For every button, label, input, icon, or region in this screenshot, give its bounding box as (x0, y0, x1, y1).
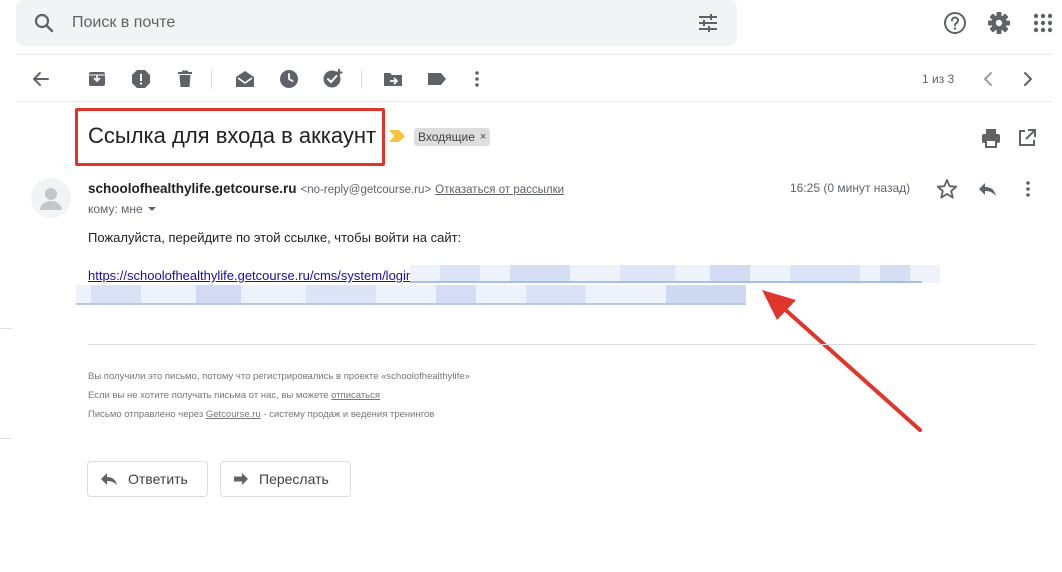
delete-trash-icon[interactable] (173, 67, 197, 91)
toolbar-separator (361, 69, 362, 89)
important-marker-icon[interactable] (389, 130, 405, 142)
email-timestamp: 16:25 (0 минут назад) (790, 181, 911, 195)
forward-button[interactable]: Переслать (220, 461, 351, 497)
move-to-folder-icon[interactable] (381, 67, 405, 91)
body-intro: Пожалуйста, перейдите по этой ссылке, чт… (88, 230, 462, 245)
forward-arrow-icon (233, 472, 249, 486)
login-link[interactable]: https://schoolofhealthylife.getcourse.ru… (88, 268, 413, 283)
chevron-down-icon[interactable] (147, 206, 157, 212)
recipient-toggle[interactable]: кому: мне (88, 202, 157, 216)
annotation-arrow-icon (762, 290, 922, 432)
footer-unsubscribe-text: Если вы не хотите получать письма от нас… (88, 390, 332, 401)
snooze-clock-icon[interactable] (277, 67, 301, 91)
add-task-icon[interactable] (321, 67, 345, 91)
pager-count: 1 из 3 (922, 72, 955, 86)
footer-unsubscribe-link[interactable]: отписаться (331, 390, 380, 401)
forward-button-label: Переслать (259, 471, 329, 487)
footer-sent-via-text: Письмо отправлено через (88, 409, 206, 420)
reply-arrow-icon[interactable] (976, 178, 998, 200)
label-name: Входящие (418, 130, 475, 144)
sender-name[interactable]: schoolofhealthylife.getcourse.ru (88, 181, 297, 196)
reply-button-label: Ответить (128, 471, 188, 487)
footer-sent-via-suffix: - систему продаж и ведения тренингов (260, 409, 435, 420)
archive-icon[interactable] (85, 67, 109, 91)
more-vertical-icon[interactable] (1018, 178, 1038, 200)
chevron-left-icon[interactable] (976, 67, 1000, 91)
search-options-icon[interactable] (696, 11, 720, 35)
mark-unread-icon[interactable] (233, 67, 257, 91)
footer-line-sent-via: Письмо отправлено через Getcourse.ru - с… (88, 409, 434, 420)
search-icon[interactable] (32, 11, 56, 35)
email-subject: Ссылка для входа в аккаунт (88, 123, 377, 148)
search-input[interactable] (72, 10, 672, 36)
left-edge-divider (0, 328, 12, 329)
sender-email: <no-reply@getcourse.ru> (300, 184, 432, 196)
footer-line-unsubscribe: Если вы не хотите получать письма от нас… (88, 390, 380, 401)
inbox-label-chip[interactable]: Входящие × (414, 128, 491, 146)
label-remove-button[interactable]: × (480, 131, 486, 143)
recipient-text: кому: мне (88, 202, 143, 216)
apps-grid-icon[interactable] (1030, 10, 1056, 36)
toolbar-separator (211, 69, 212, 89)
star-icon[interactable] (936, 178, 958, 200)
chevron-right-icon[interactable] (1016, 67, 1040, 91)
toolbar-divider (16, 101, 1052, 102)
open-in-new-window-icon[interactable] (1016, 127, 1038, 149)
search-bar[interactable] (16, 0, 737, 46)
more-vertical-icon[interactable] (465, 67, 489, 91)
sender-avatar (31, 178, 71, 218)
left-edge-divider (0, 438, 12, 439)
back-arrow-icon[interactable] (29, 67, 53, 91)
redacted-link-part (76, 285, 746, 305)
label-tag-icon[interactable] (425, 67, 449, 91)
body-divider (88, 344, 1036, 345)
report-spam-icon[interactable] (129, 67, 153, 91)
header-divider (16, 54, 1052, 55)
settings-gear-icon[interactable] (986, 10, 1012, 36)
footer-getcourse-link[interactable]: Getcourse.ru (206, 409, 261, 420)
reply-button[interactable]: Ответить (87, 461, 208, 497)
print-icon[interactable] (980, 127, 1002, 149)
help-icon[interactable] (942, 10, 968, 36)
footer-line-registration: Вы получили это письмо, потому что регис… (88, 371, 470, 382)
unsubscribe-link[interactable]: Отказаться от рассылки (435, 184, 564, 196)
reply-arrow-icon (100, 471, 118, 487)
sender-line: schoolofhealthylife.getcourse.ru <no-repl… (88, 180, 564, 196)
